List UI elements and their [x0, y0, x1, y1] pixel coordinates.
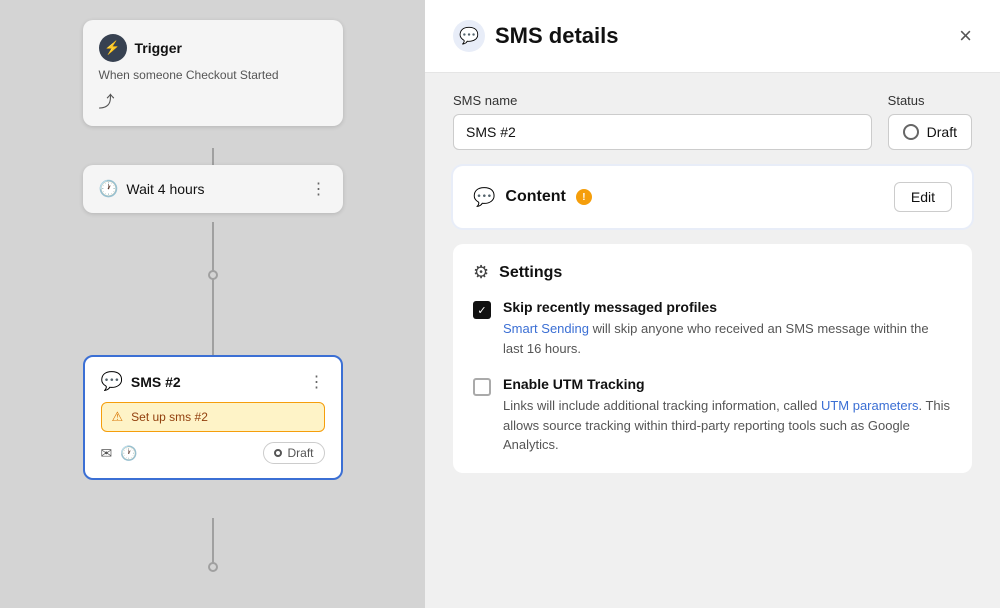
- sms-node-title: SMS #2: [131, 374, 181, 390]
- utm-desc-1: Links will include additional tracking i…: [503, 398, 821, 413]
- sms-node-icon: 💬: [101, 371, 123, 392]
- sms-more-options[interactable]: ⋮: [309, 372, 325, 392]
- clock-icon: 🕐: [99, 179, 119, 199]
- trigger-icon: ⚡: [99, 34, 127, 62]
- details-title-row: 💬 SMS details: [453, 20, 618, 52]
- sms-warning-bar: ⚠ Set up sms #2: [101, 402, 325, 432]
- content-label: Content: [505, 188, 565, 206]
- connector-line-2: [212, 222, 214, 277]
- smart-sending-link[interactable]: Smart Sending: [503, 321, 589, 336]
- close-button[interactable]: ×: [959, 25, 972, 47]
- utm-setting-desc: Links will include additional tracking i…: [503, 396, 952, 455]
- skip-setting-content: Skip recently messaged profiles Smart Se…: [503, 299, 952, 358]
- status-label: Status: [888, 93, 972, 108]
- content-section: 💬 Content ! Edit: [453, 166, 972, 228]
- status-button[interactable]: Draft: [888, 114, 972, 150]
- wait-more-options[interactable]: ⋮: [311, 179, 327, 199]
- skip-setting-item: ✓ Skip recently messaged profiles Smart …: [473, 299, 952, 358]
- sms-name-input[interactable]: [453, 114, 872, 150]
- details-body: SMS name Status Draft 💬 Content ! Edit: [425, 73, 1000, 493]
- sms-footer-icons: ✉ 🕐: [101, 445, 138, 462]
- skip-checkbox[interactable]: ✓: [473, 301, 491, 319]
- connector-dot-3: [208, 562, 218, 572]
- draft-circle-icon: [274, 449, 282, 457]
- utm-setting-title: Enable UTM Tracking: [503, 376, 952, 392]
- content-left: 💬 Content !: [473, 187, 592, 208]
- warning-icon: ⚠: [112, 409, 124, 425]
- workflow-canvas: ⚡ Trigger When someone Checkout Started …: [0, 0, 425, 608]
- utm-setting-content: Enable UTM Tracking Links will include a…: [503, 376, 952, 455]
- edit-button[interactable]: Edit: [894, 182, 952, 212]
- content-sms-icon: 💬: [473, 187, 495, 208]
- content-warning-dot: !: [576, 189, 592, 205]
- trigger-title: Trigger: [135, 40, 182, 56]
- details-title: SMS details: [495, 23, 618, 49]
- wait-label: Wait 4 hours: [126, 181, 204, 197]
- utm-setting-item: Enable UTM Tracking Links will include a…: [473, 376, 952, 455]
- wait-node[interactable]: 🕐 Wait 4 hours ⋮: [83, 165, 343, 213]
- utm-params-link[interactable]: UTM parameters: [821, 398, 919, 413]
- skip-setting-title: Skip recently messaged profiles: [503, 299, 952, 315]
- trigger-small-icon: ⤴: [99, 88, 327, 112]
- connector-line-4: [212, 518, 214, 568]
- status-dot-icon: [903, 124, 919, 140]
- gear-icon: ⚙: [473, 262, 489, 283]
- settings-title: Settings: [499, 264, 562, 282]
- connector-line-3: [212, 278, 214, 362]
- sms-warning-text: Set up sms #2: [131, 410, 208, 424]
- details-header: 💬 SMS details ×: [425, 0, 1000, 73]
- schedule-icon: 🕐: [120, 445, 137, 462]
- trigger-node[interactable]: ⚡ Trigger When someone Checkout Started …: [83, 20, 343, 126]
- status-field-group: Status Draft: [888, 93, 972, 150]
- name-status-row: SMS name Status Draft: [453, 93, 972, 150]
- utm-checkbox[interactable]: [473, 378, 491, 396]
- sms-node[interactable]: 💬 SMS #2 ⋮ ⚠ Set up sms #2 ✉ 🕐 Draft: [83, 355, 343, 480]
- sms-name-label: SMS name: [453, 93, 872, 108]
- draft-badge: Draft: [263, 442, 324, 464]
- sms-name-field-group: SMS name: [453, 93, 872, 150]
- settings-header: ⚙ Settings: [473, 262, 952, 283]
- skip-setting-desc: Smart Sending will skip anyone who recei…: [503, 319, 952, 358]
- settings-section: ⚙ Settings ✓ Skip recently messaged prof…: [453, 244, 972, 473]
- envelope-icon: ✉: [101, 445, 113, 462]
- trigger-subtitle: When someone Checkout Started: [99, 68, 327, 82]
- status-value: Draft: [927, 124, 957, 140]
- sms-details-panel: 💬 SMS details × SMS name Status Draft 💬: [425, 0, 1000, 608]
- details-sms-icon: 💬: [453, 20, 485, 52]
- draft-label: Draft: [287, 446, 313, 460]
